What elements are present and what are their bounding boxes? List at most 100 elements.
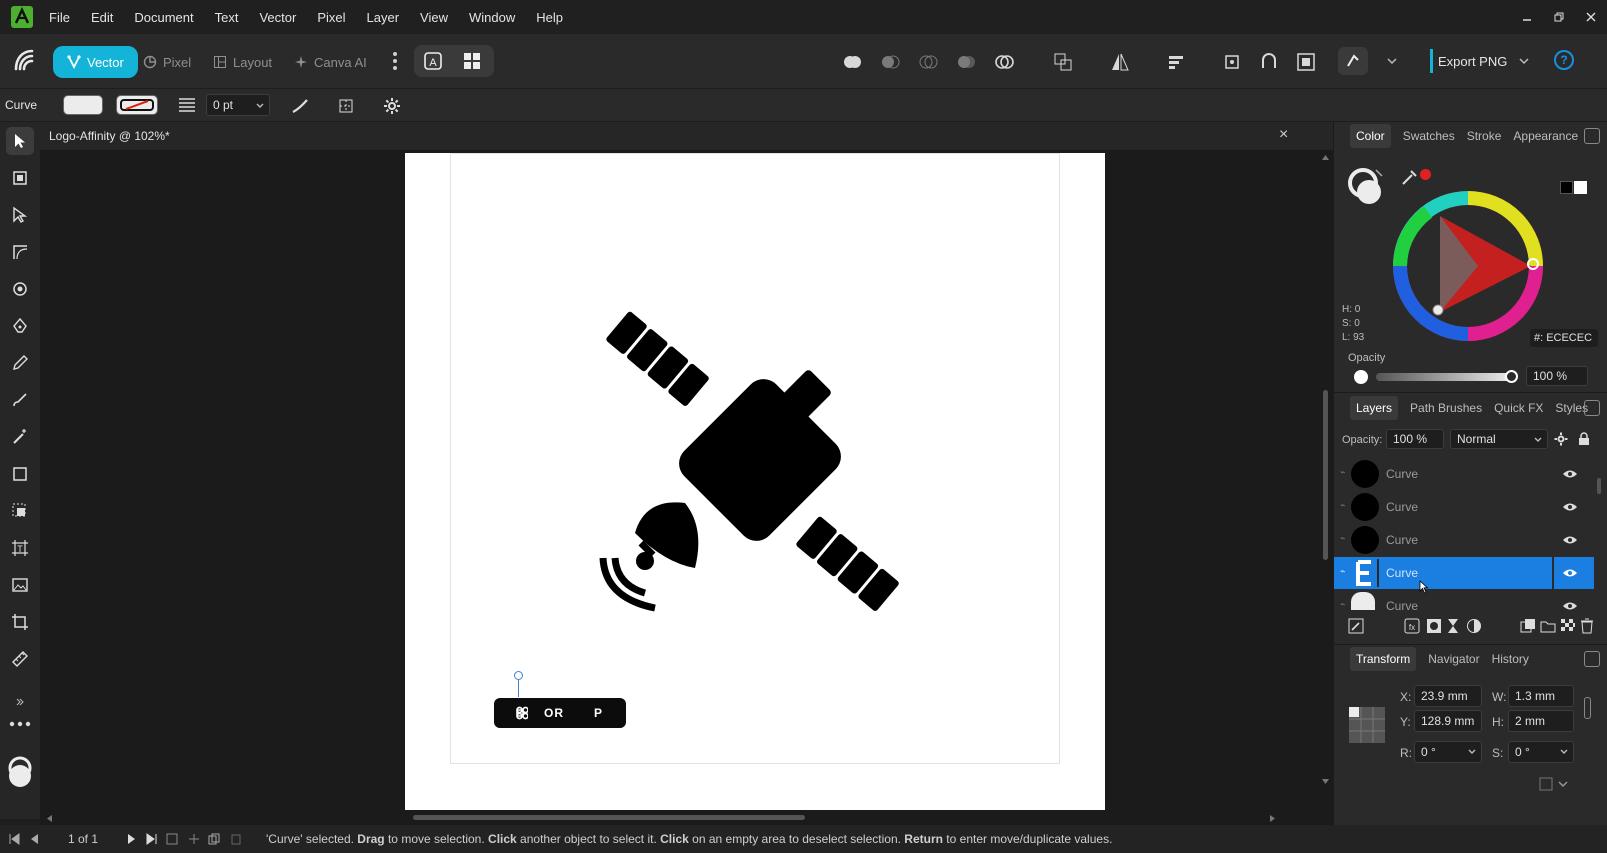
more-vertical-icon[interactable] (391, 51, 399, 71)
page-add-icon[interactable] (166, 833, 178, 845)
scroll-up-icon[interactable] (1321, 154, 1330, 161)
export-png-button[interactable]: Export PNG (1430, 49, 1529, 73)
vertical-scroll-thumb[interactable] (1323, 390, 1328, 560)
select-same-tool[interactable] (6, 497, 34, 525)
transform-origin-icon[interactable] (1222, 52, 1242, 72)
page-duplicate-icon[interactable] (208, 833, 220, 845)
chevron-down-icon[interactable] (1387, 57, 1397, 65)
add-group-icon[interactable] (1540, 618, 1556, 634)
layer-expand-icon[interactable]: ⌁ (1340, 599, 1345, 610)
height-field[interactable]: 2 mm (1508, 710, 1574, 732)
layer-opacity-field[interactable]: 100 % (1386, 429, 1444, 449)
move-tool[interactable] (6, 127, 34, 155)
menu-layer[interactable]: Layer (367, 10, 400, 25)
opacity-field[interactable]: 100 % (1526, 366, 1588, 386)
panel-collapse-icon[interactable] (1584, 651, 1600, 667)
x-position-field[interactable]: 23.9 mm (1414, 685, 1482, 707)
grid-view-icon[interactable] (462, 51, 482, 71)
flip-horizontal-icon[interactable] (1110, 52, 1130, 72)
persona-layout-button[interactable]: Layout (213, 46, 272, 78)
layer-expand-icon[interactable]: ⌁ (1340, 566, 1345, 577)
tab-quick-fx[interactable]: Quick FX (1494, 401, 1543, 415)
layer-expand-icon[interactable]: ⌁ (1340, 500, 1345, 511)
stroke-width-field[interactable]: 0 pt (206, 94, 270, 116)
tab-navigator[interactable]: Navigator (1428, 652, 1479, 666)
mask-icon[interactable] (1426, 618, 1442, 634)
pressure-icon[interactable] (291, 97, 309, 115)
scroll-right-icon[interactable] (1269, 814, 1276, 823)
fit-canvas-icon[interactable] (1296, 52, 1316, 72)
minimize-button[interactable] (1511, 0, 1543, 34)
layers-scroll-thumb[interactable] (1597, 478, 1601, 494)
trash-icon[interactable] (1580, 618, 1594, 634)
black-swatch[interactable] (1560, 181, 1573, 194)
opacity-slider-thumb[interactable] (1505, 370, 1518, 383)
align-icon[interactable] (1166, 52, 1186, 72)
stroke-style-icon[interactable] (178, 97, 196, 113)
hex-field[interactable]: #: ECECEC (1530, 329, 1598, 347)
menu-pixel[interactable]: Pixel (317, 10, 345, 25)
eyedropper-icon[interactable] (1400, 167, 1420, 187)
tab-layers[interactable]: Layers (1350, 396, 1399, 420)
visibility-eye-icon[interactable] (1562, 469, 1578, 479)
tab-color[interactable]: Color (1350, 124, 1391, 148)
menu-help[interactable]: Help (536, 10, 563, 25)
crop-tool[interactable] (6, 608, 34, 636)
vertical-scrollbar[interactable] (1318, 150, 1333, 810)
layer-expand-icon[interactable]: ⌁ (1340, 467, 1345, 478)
tab-transform[interactable]: Transform (1350, 647, 1417, 671)
lock-icon[interactable] (1578, 432, 1590, 446)
rotation-field[interactable]: 0 ° (1414, 741, 1482, 763)
layer-row[interactable]: ⌁ Curve (1334, 491, 1594, 523)
transform-options-icon[interactable] (1539, 777, 1569, 791)
artboard-tool[interactable] (6, 164, 34, 192)
blend-mode-select[interactable]: Normal (1450, 429, 1548, 449)
corner-tool[interactable] (6, 238, 34, 266)
isolate-icon[interactable]: A (423, 51, 443, 71)
persona-vector-button[interactable]: Vector (53, 46, 138, 78)
pen-tool[interactable] (6, 312, 34, 340)
anchor-grid-icon[interactable] (1347, 705, 1387, 745)
fx-icon[interactable]: fx (1404, 618, 1420, 634)
menu-edit[interactable]: Edit (91, 10, 113, 25)
fill-swatch[interactable] (63, 95, 103, 115)
panel-collapse-icon[interactable] (1584, 400, 1600, 416)
panel-collapse-icon[interactable] (1584, 128, 1600, 144)
layer-row[interactable]: ⌁ Curve (1334, 458, 1594, 490)
image-tool[interactable] (6, 571, 34, 599)
visibility-eye-icon[interactable] (1562, 568, 1578, 578)
edit-layer-icon[interactable] (1348, 618, 1364, 634)
menu-vector[interactable]: Vector (259, 10, 296, 25)
rectangle-tool[interactable] (6, 460, 34, 488)
persona-canva-ai-button[interactable]: Canva AI (294, 46, 367, 78)
tab-appearance[interactable]: Appearance (1513, 129, 1578, 143)
vector-brush-tool[interactable] (6, 386, 34, 414)
visibility-eye-icon[interactable] (1562, 601, 1578, 610)
horizontal-scroll-thumb[interactable] (413, 815, 805, 820)
more-tools-icon[interactable] (8, 720, 32, 728)
tab-path-brushes[interactable]: Path Brushes (1410, 401, 1482, 415)
shape-builder-tool[interactable] (6, 275, 34, 303)
menu-view[interactable]: View (420, 10, 448, 25)
first-page-icon[interactable] (8, 833, 20, 845)
fill-stroke-swatch-icon[interactable] (6, 756, 34, 790)
close-window-button[interactable] (1575, 0, 1607, 34)
frame-text-tool[interactable]: T (6, 534, 34, 562)
scroll-down-icon[interactable] (1321, 778, 1330, 785)
document-title[interactable]: Logo-Affinity @ 102%* (49, 129, 170, 143)
page-delete-icon[interactable] (230, 833, 242, 845)
subtract-boolean-icon[interactable] (880, 52, 900, 72)
menu-window[interactable]: Window (469, 10, 515, 25)
satellite-logo-graphic[interactable] (595, 303, 915, 623)
settings-gear-icon[interactable] (383, 97, 401, 115)
checkerboard-icon[interactable] (1560, 618, 1576, 634)
width-field[interactable]: 1.3 mm (1508, 685, 1574, 707)
menu-file[interactable]: File (49, 10, 70, 25)
stroke-swatch[interactable] (116, 95, 158, 115)
expand-tools-icon[interactable] (15, 697, 25, 707)
layer-row[interactable]: ⌁ Curve (1334, 524, 1594, 556)
pencil-tool[interactable] (6, 349, 34, 377)
measure-tool[interactable] (6, 645, 34, 673)
snapping-icon[interactable] (1259, 52, 1279, 72)
menu-document[interactable]: Document (134, 10, 193, 25)
